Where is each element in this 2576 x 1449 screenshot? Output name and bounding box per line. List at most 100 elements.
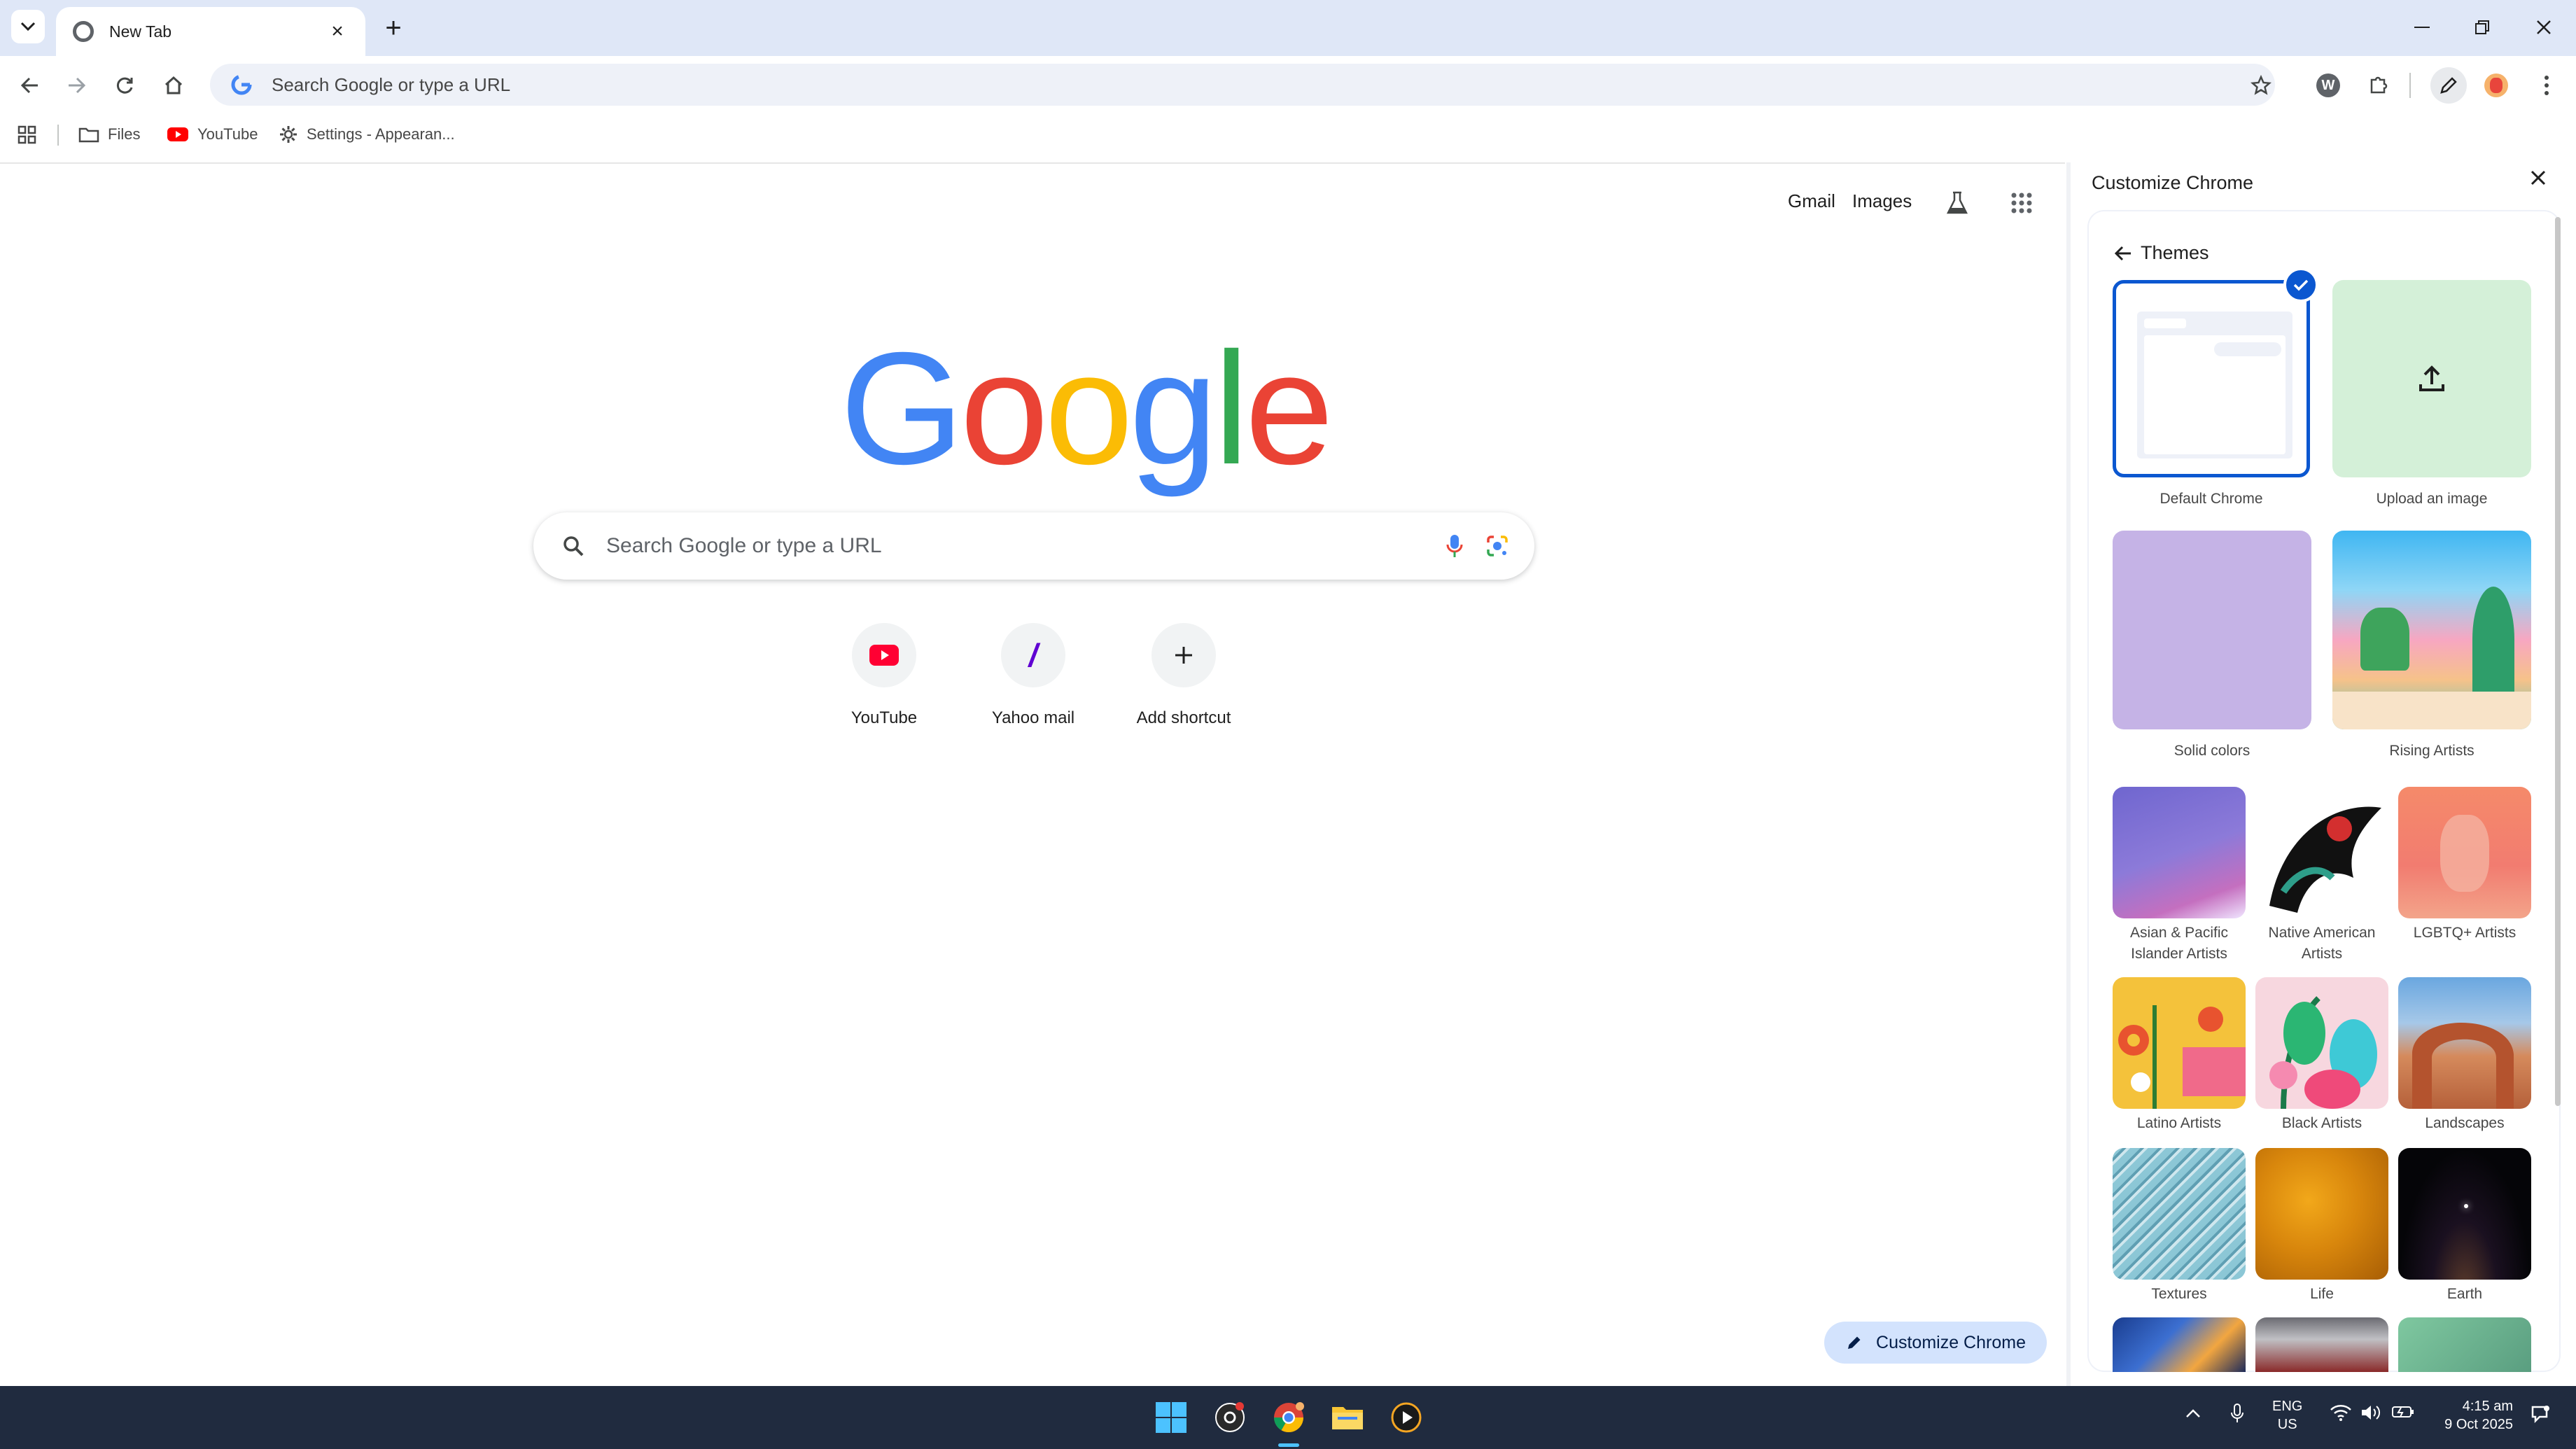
theme-asian-pacific-islander-artists[interactable] — [2113, 787, 2246, 918]
start-button[interactable] — [1148, 1394, 1194, 1441]
taskbar-media-player[interactable] — [1383, 1394, 1429, 1441]
theme-label-line: Islander Artists — [2131, 946, 2227, 962]
theme-tile-partial[interactable] — [2255, 1317, 2388, 1372]
plus-icon — [1152, 623, 1216, 687]
theme-art — [2269, 996, 2377, 1109]
close-tab-icon[interactable]: × — [326, 20, 349, 43]
selected-check-icon — [2283, 267, 2318, 302]
more-vert-icon — [2544, 76, 2549, 95]
theme-label: Latino Artists — [2136, 1115, 2222, 1131]
apps-dots-icon — [2011, 192, 2032, 214]
chrome-icon — [73, 21, 94, 42]
theme-lgbtq-artists[interactable] — [2398, 787, 2531, 918]
theme-native-american-artists[interactable] — [2255, 787, 2388, 918]
theme-landscapes[interactable] — [2398, 977, 2531, 1109]
labs-button[interactable] — [1942, 188, 1973, 218]
theme-art — [2269, 806, 2381, 913]
search-icon — [564, 536, 584, 556]
home-button[interactable] — [155, 67, 192, 104]
clock-date: 9 Oct 2025 — [2444, 1417, 2513, 1432]
theme-art-shape — [2440, 815, 2489, 892]
google-apps-button[interactable] — [2006, 188, 2037, 218]
apps-button[interactable] — [15, 123, 39, 147]
extensions-button[interactable] — [2360, 67, 2397, 104]
customize-side-panel-button[interactable] — [2430, 67, 2467, 104]
theme-preview — [2137, 312, 2292, 458]
w-extension-icon: W — [2316, 74, 2340, 97]
google-g-icon — [231, 74, 252, 95]
theme-tile-partial[interactable] — [2398, 1317, 2531, 1372]
wifi-icon[interactable] — [2330, 1404, 2352, 1425]
clock-time: 4:15 am — [2462, 1399, 2513, 1414]
close-icon — [2530, 170, 2546, 186]
tab-search-button[interactable] — [11, 10, 45, 43]
active-app-indicator — [1278, 1443, 1299, 1447]
theme-label: Textures — [2151, 1286, 2207, 1302]
forward-button[interactable] — [59, 67, 95, 104]
side-panel-close-button[interactable] — [2530, 168, 2547, 192]
taskbar-file-explorer[interactable] — [1324, 1394, 1371, 1441]
bookmark-youtube[interactable]: YouTube — [167, 120, 258, 148]
minimize-button[interactable] — [2401, 10, 2443, 45]
profile-button[interactable] — [2478, 67, 2514, 104]
taskbar-app-1[interactable] — [1207, 1394, 1253, 1441]
theme-label: Life — [2310, 1286, 2334, 1302]
apps-grid-icon — [18, 125, 36, 144]
add-shortcut[interactable]: Add shortcut — [1117, 623, 1250, 728]
close-window-button[interactable] — [2523, 10, 2565, 45]
shortcut-yahoo-mail[interactable]: / Yahoo mail — [967, 623, 1100, 728]
microphone-icon[interactable] — [2230, 1403, 2244, 1428]
customize-chrome-button[interactable]: Customize Chrome — [1824, 1322, 2047, 1364]
tray-overflow-icon[interactable] — [2185, 1404, 2201, 1422]
theme-upload-image[interactable] — [2332, 280, 2531, 477]
bookmark-settings[interactable]: Settings - Appearan... — [279, 120, 455, 148]
clock[interactable]: 4:15 am 9 Oct 2025 — [2436, 1397, 2513, 1434]
voice-search-icon[interactable] — [1446, 533, 1463, 559]
bookmark-files[interactable]: Files — [78, 120, 140, 148]
theme-textures[interactable] — [2113, 1148, 2246, 1280]
side-panel-scrollbar[interactable] — [2555, 217, 2561, 1106]
new-tab-button[interactable]: + — [378, 13, 409, 43]
taskbar-chrome[interactable] — [1266, 1394, 1312, 1441]
pencil-icon — [2440, 77, 2457, 94]
notification-center-icon[interactable] — [2530, 1404, 2549, 1428]
back-button[interactable] — [11, 67, 48, 104]
restore-button[interactable] — [2461, 10, 2503, 45]
volume-icon[interactable] — [2360, 1404, 2381, 1425]
gmail-link[interactable]: Gmail — [1788, 190, 1835, 212]
reload-button[interactable] — [106, 67, 143, 104]
theme-solid-colors[interactable] — [2113, 531, 2311, 729]
theme-life[interactable] — [2255, 1148, 2388, 1280]
language-indicator[interactable]: ENG US — [2272, 1397, 2302, 1434]
theme-default-chrome[interactable] — [2113, 280, 2310, 477]
toolbar-divider — [2409, 73, 2411, 98]
bookmark-label: Settings - Appearan... — [307, 125, 455, 143]
theme-latino-artists[interactable] — [2113, 977, 2246, 1109]
battery-icon[interactable] — [2391, 1404, 2415, 1424]
youtube-icon — [852, 623, 916, 687]
arrow-left-icon — [20, 77, 38, 94]
theme-label: LGBTQ+ Artists — [2413, 925, 2516, 941]
theme-tile-partial[interactable] — [2113, 1317, 2246, 1372]
restore-icon — [2475, 20, 2489, 34]
theme-black-artists[interactable] — [2255, 977, 2388, 1109]
theme-earth[interactable] — [2398, 1148, 2531, 1280]
theme-label-line: Asian & Pacific — [2129, 925, 2229, 941]
keyboard-layout: US — [2277, 1417, 2297, 1432]
address-bar[interactable]: Search Google or type a URL — [210, 64, 2275, 106]
search-box[interactable]: Search Google or type a URL — [533, 512, 1534, 580]
theme-label: Default Chrome — [2160, 491, 2263, 507]
lens-search-icon[interactable] — [1485, 534, 1509, 558]
star-icon — [2250, 75, 2272, 95]
extension-w-button[interactable]: W — [2310, 67, 2346, 104]
theme-rising-artists[interactable] — [2332, 531, 2531, 729]
images-link[interactable]: Images — [1852, 190, 1912, 212]
theme-art-shape — [2464, 1204, 2468, 1208]
themes-back-button[interactable]: Themes — [2114, 242, 2209, 264]
menu-button[interactable] — [2528, 67, 2565, 104]
shortcut-youtube[interactable]: YouTube — [818, 623, 951, 728]
browser-tab[interactable]: New Tab × — [56, 7, 365, 56]
bookmark-star-button[interactable] — [2243, 67, 2279, 104]
theme-label: Black Artists — [2281, 1115, 2362, 1131]
youtube-icon — [167, 126, 189, 143]
